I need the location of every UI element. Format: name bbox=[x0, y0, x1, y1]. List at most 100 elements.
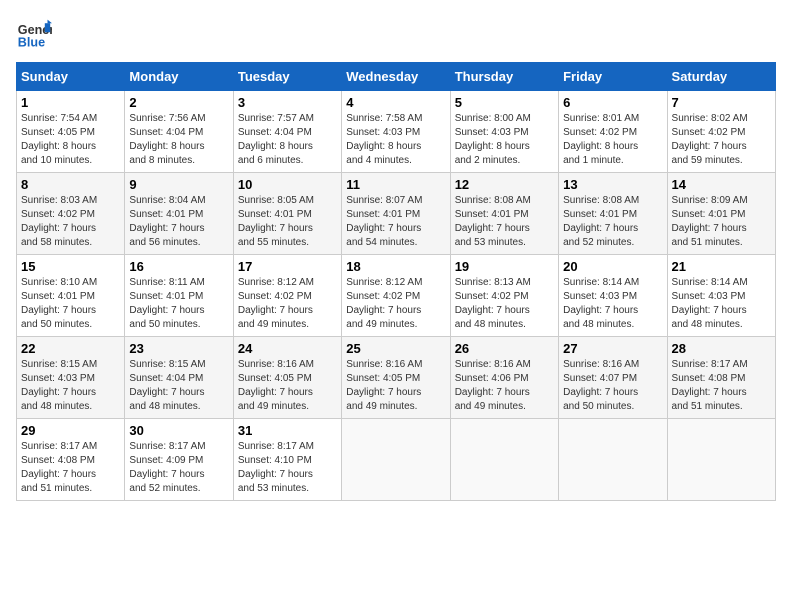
day-number: 12 bbox=[455, 177, 554, 192]
calendar-cell-day-23: 23Sunrise: 8:15 AM Sunset: 4:04 PM Dayli… bbox=[125, 337, 233, 419]
calendar-cell-day-22: 22Sunrise: 8:15 AM Sunset: 4:03 PM Dayli… bbox=[17, 337, 125, 419]
day-number: 17 bbox=[238, 259, 337, 274]
day-number: 2 bbox=[129, 95, 228, 110]
day-number: 26 bbox=[455, 341, 554, 356]
day-info: Sunrise: 8:15 AM Sunset: 4:03 PM Dayligh… bbox=[21, 358, 120, 414]
day-info: Sunrise: 7:57 AM Sunset: 4:04 PM Dayligh… bbox=[238, 112, 337, 168]
calendar-cell-day-28: 28 Sunrise: 8:17 AM Sunset: 4:08 PM Dayli… bbox=[667, 337, 775, 419]
calendar-cell-day-8: 8 Sunrise: 8:03 AM Sunset: 4:02 PM Daylig… bbox=[17, 173, 125, 255]
calendar-cell-day-19: 19 Sunrise: 8:13 AM Sunset: 4:02 PM Dayli… bbox=[450, 255, 558, 337]
calendar-cell-day-14: 14 Sunrise: 8:09 AM Sunset: 4:01 PM Dayli… bbox=[667, 173, 775, 255]
weekday-header-sunday: Sunday bbox=[17, 63, 125, 91]
logo: General Blue bbox=[16, 16, 56, 52]
calendar-cell-day-9: 9 Sunrise: 8:04 AM Sunset: 4:01 PM Daylig… bbox=[125, 173, 233, 255]
calendar-cell bbox=[450, 419, 558, 501]
day-info: Sunrise: 8:16 AM Sunset: 4:06 PM Dayligh… bbox=[455, 358, 554, 414]
svg-text:Blue: Blue bbox=[18, 36, 45, 50]
calendar-cell-day-29: 29 Sunrise: 8:17 AM Sunset: 4:08 PM Dayli… bbox=[17, 419, 125, 501]
day-info: Sunrise: 8:11 AM Sunset: 4:01 PM Dayligh… bbox=[129, 276, 228, 332]
calendar-cell-day-3: 3 Sunrise: 7:57 AM Sunset: 4:04 PM Daylig… bbox=[233, 91, 341, 173]
day-info: Sunrise: 8:16 AM Sunset: 4:07 PM Dayligh… bbox=[563, 358, 662, 414]
day-info: Sunrise: 8:14 AM Sunset: 4:03 PM Dayligh… bbox=[563, 276, 662, 332]
calendar-week-row: 29 Sunrise: 8:17 AM Sunset: 4:08 PM Dayli… bbox=[17, 419, 776, 501]
calendar-week-row: 15 Sunrise: 8:10 AM Sunset: 4:01 PM Dayli… bbox=[17, 255, 776, 337]
day-number: 31 bbox=[238, 423, 337, 438]
day-info: Sunrise: 8:14 AM Sunset: 4:03 PM Dayligh… bbox=[672, 276, 771, 332]
day-info: Sunrise: 8:17 AM Sunset: 4:08 PM Dayligh… bbox=[672, 358, 771, 414]
day-number: 21 bbox=[672, 259, 771, 274]
day-info: Sunrise: 8:08 AM Sunset: 4:01 PM Dayligh… bbox=[563, 194, 662, 250]
calendar-week-row: 1 Sunrise: 7:54 AM Sunset: 4:05 PM Daylig… bbox=[17, 91, 776, 173]
day-info: Sunrise: 8:16 AM Sunset: 4:05 PM Dayligh… bbox=[346, 358, 445, 414]
calendar-week-row: 8 Sunrise: 8:03 AM Sunset: 4:02 PM Daylig… bbox=[17, 173, 776, 255]
day-number: 14 bbox=[672, 177, 771, 192]
day-number: 28 bbox=[672, 341, 771, 356]
day-info: Sunrise: 8:00 AM Sunset: 4:03 PM Dayligh… bbox=[455, 112, 554, 168]
calendar-cell-day-21: 21 Sunrise: 8:14 AM Sunset: 4:03 PM Dayli… bbox=[667, 255, 775, 337]
day-info: Sunrise: 7:54 AM Sunset: 4:05 PM Dayligh… bbox=[21, 112, 120, 168]
calendar-cell bbox=[667, 419, 775, 501]
day-number: 27 bbox=[563, 341, 662, 356]
calendar-cell-day-27: 27 Sunrise: 8:16 AM Sunset: 4:07 PM Dayli… bbox=[559, 337, 667, 419]
day-number: 29 bbox=[21, 423, 120, 438]
day-number: 9 bbox=[129, 177, 228, 192]
calendar-cell-day-18: 18Sunrise: 8:12 AM Sunset: 4:02 PM Dayli… bbox=[342, 255, 450, 337]
weekday-header-tuesday: Tuesday bbox=[233, 63, 341, 91]
day-info: Sunrise: 8:05 AM Sunset: 4:01 PM Dayligh… bbox=[238, 194, 337, 250]
day-info: Sunrise: 8:10 AM Sunset: 4:01 PM Dayligh… bbox=[21, 276, 120, 332]
page-header: General Blue bbox=[16, 16, 776, 52]
calendar-cell-day-25: 25 Sunrise: 8:16 AM Sunset: 4:05 PM Dayli… bbox=[342, 337, 450, 419]
day-number: 19 bbox=[455, 259, 554, 274]
weekday-header-saturday: Saturday bbox=[667, 63, 775, 91]
calendar-cell bbox=[559, 419, 667, 501]
day-number: 4 bbox=[346, 95, 445, 110]
day-info: Sunrise: 8:17 AM Sunset: 4:08 PM Dayligh… bbox=[21, 440, 120, 496]
day-info: Sunrise: 8:16 AM Sunset: 4:05 PM Dayligh… bbox=[238, 358, 337, 414]
weekday-header-wednesday: Wednesday bbox=[342, 63, 450, 91]
calendar-table: SundayMondayTuesdayWednesdayThursdayFrid… bbox=[16, 62, 776, 501]
calendar-header-row: SundayMondayTuesdayWednesdayThursdayFrid… bbox=[17, 63, 776, 91]
day-info: Sunrise: 8:02 AM Sunset: 4:02 PM Dayligh… bbox=[672, 112, 771, 168]
weekday-header-thursday: Thursday bbox=[450, 63, 558, 91]
calendar-cell bbox=[342, 419, 450, 501]
day-number: 15 bbox=[21, 259, 120, 274]
weekday-header-monday: Monday bbox=[125, 63, 233, 91]
day-number: 25 bbox=[346, 341, 445, 356]
day-number: 1 bbox=[21, 95, 120, 110]
calendar-cell-day-12: 12 Sunrise: 8:08 AM Sunset: 4:01 PM Dayli… bbox=[450, 173, 558, 255]
calendar-cell-day-20: 20Sunrise: 8:14 AM Sunset: 4:03 PM Dayli… bbox=[559, 255, 667, 337]
day-info: Sunrise: 8:15 AM Sunset: 4:04 PM Dayligh… bbox=[129, 358, 228, 414]
day-number: 10 bbox=[238, 177, 337, 192]
day-info: Sunrise: 8:17 AM Sunset: 4:09 PM Dayligh… bbox=[129, 440, 228, 496]
day-info: Sunrise: 8:12 AM Sunset: 4:02 PM Dayligh… bbox=[238, 276, 337, 332]
day-info: Sunrise: 8:04 AM Sunset: 4:01 PM Dayligh… bbox=[129, 194, 228, 250]
calendar-cell-day-4: 4Sunrise: 7:58 AM Sunset: 4:03 PM Daylig… bbox=[342, 91, 450, 173]
day-number: 8 bbox=[21, 177, 120, 192]
day-number: 16 bbox=[129, 259, 228, 274]
calendar-cell-day-30: 30 Sunrise: 8:17 AM Sunset: 4:09 PM Dayli… bbox=[125, 419, 233, 501]
day-number: 6 bbox=[563, 95, 662, 110]
day-number: 13 bbox=[563, 177, 662, 192]
calendar-cell-day-10: 10 Sunrise: 8:05 AM Sunset: 4:01 PM Dayli… bbox=[233, 173, 341, 255]
calendar-cell-day-6: 6Sunrise: 8:01 AM Sunset: 4:02 PM Daylig… bbox=[559, 91, 667, 173]
weekday-header-friday: Friday bbox=[559, 63, 667, 91]
calendar-cell-day-7: 7 Sunrise: 8:02 AM Sunset: 4:02 PM Daylig… bbox=[667, 91, 775, 173]
day-info: Sunrise: 8:03 AM Sunset: 4:02 PM Dayligh… bbox=[21, 194, 120, 250]
logo-icon: General Blue bbox=[16, 16, 52, 52]
calendar-cell-day-16: 16 Sunrise: 8:11 AM Sunset: 4:01 PM Dayli… bbox=[125, 255, 233, 337]
day-number: 3 bbox=[238, 95, 337, 110]
day-info: Sunrise: 8:09 AM Sunset: 4:01 PM Dayligh… bbox=[672, 194, 771, 250]
day-info: Sunrise: 8:08 AM Sunset: 4:01 PM Dayligh… bbox=[455, 194, 554, 250]
day-number: 5 bbox=[455, 95, 554, 110]
day-number: 24 bbox=[238, 341, 337, 356]
calendar-cell-day-31: 31Sunrise: 8:17 AM Sunset: 4:10 PM Dayli… bbox=[233, 419, 341, 501]
calendar-cell-day-11: 11Sunrise: 8:07 AM Sunset: 4:01 PM Dayli… bbox=[342, 173, 450, 255]
day-number: 30 bbox=[129, 423, 228, 438]
day-info: Sunrise: 8:13 AM Sunset: 4:02 PM Dayligh… bbox=[455, 276, 554, 332]
day-info: Sunrise: 8:07 AM Sunset: 4:01 PM Dayligh… bbox=[346, 194, 445, 250]
day-number: 7 bbox=[672, 95, 771, 110]
calendar-cell-day-26: 26 Sunrise: 8:16 AM Sunset: 4:06 PM Dayli… bbox=[450, 337, 558, 419]
calendar-cell-day-13: 13 Sunrise: 8:08 AM Sunset: 4:01 PM Dayli… bbox=[559, 173, 667, 255]
day-number: 18 bbox=[346, 259, 445, 274]
day-info: Sunrise: 7:56 AM Sunset: 4:04 PM Dayligh… bbox=[129, 112, 228, 168]
